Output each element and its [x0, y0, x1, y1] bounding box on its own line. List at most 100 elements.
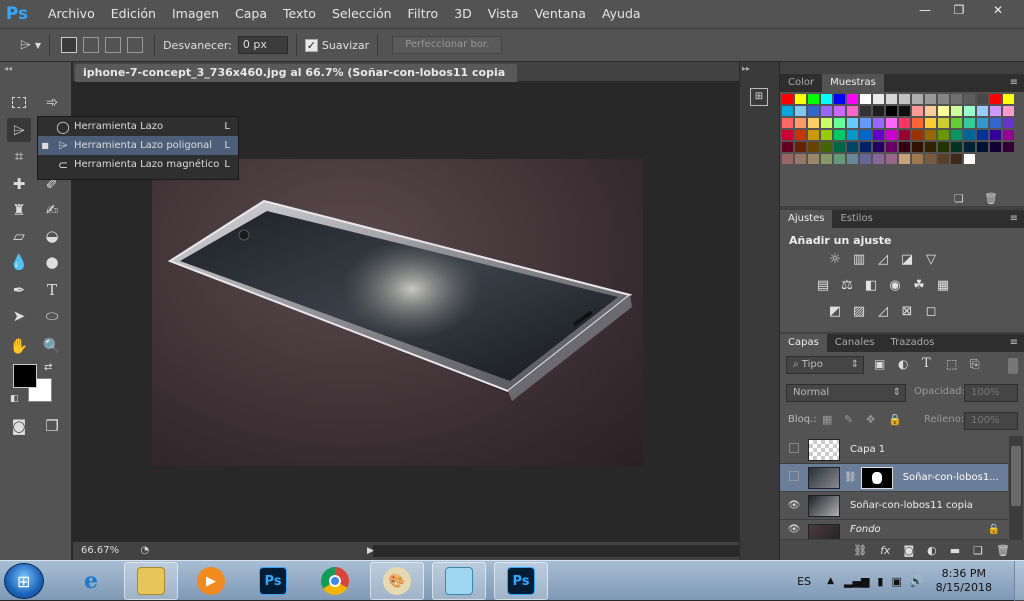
swap-colors-icon[interactable]: ⇄ [44, 362, 52, 373]
color-swatch[interactable] [782, 94, 793, 104]
layer-row[interactable]: 👁 Soñar-con-lobos11 copia [780, 492, 1008, 520]
color-swatch[interactable] [899, 118, 910, 128]
horizontal-scrollbar[interactable]: ▶ [367, 545, 739, 557]
menu-imagen[interactable]: Imagen [164, 0, 227, 28]
scroll-thumb[interactable] [1011, 446, 1021, 506]
color-swatch[interactable] [847, 106, 858, 116]
swatch-grid[interactable] [780, 92, 1024, 182]
color-swatch[interactable] [782, 130, 793, 140]
brightness-icon[interactable]: ☼ [826, 250, 844, 268]
color-swatch[interactable] [847, 154, 858, 164]
color-swatch[interactable] [808, 106, 819, 116]
marquee-tool-icon[interactable] [7, 90, 31, 114]
color-swatch[interactable] [912, 118, 923, 128]
color-swatch[interactable] [990, 130, 1001, 140]
color-swatch[interactable] [990, 118, 1001, 128]
color-swatch[interactable] [821, 106, 832, 116]
document-tab[interactable]: iphone-7-concept_3_736x460.jpg al 66.7% … [75, 64, 517, 97]
color-swatch[interactable] [821, 142, 832, 152]
hand-tool-icon[interactable]: ✋ [7, 334, 31, 358]
filter-adjustment-icon[interactable]: ◐ [898, 357, 908, 371]
tab-adjustments[interactable]: Ajustes [780, 210, 833, 228]
fill-input[interactable]: 100% [964, 412, 1018, 430]
start-button[interactable]: ⊞ [4, 563, 44, 599]
color-swatch[interactable] [899, 154, 910, 164]
color-swatch[interactable] [886, 142, 897, 152]
color-lookup-icon[interactable]: ▦ [934, 276, 952, 294]
quick-mask-icon[interactable]: ◙ [7, 414, 31, 438]
color-swatch[interactable] [938, 130, 949, 140]
photo-filter-icon[interactable]: ◉ [886, 276, 904, 294]
layer-name[interactable]: Capa 1 [850, 444, 885, 455]
taskbar-photoshop-active[interactable]: Ps [494, 562, 548, 600]
layer-row[interactable]: Capa 1 [780, 436, 1008, 464]
menu-ayuda[interactable]: Ayuda [594, 0, 649, 28]
panel-menu-icon[interactable]: ≡ [1010, 334, 1018, 352]
layer-name[interactable]: Soñar-con-lobos11 copia [850, 500, 973, 511]
color-swatch[interactable] [925, 130, 936, 140]
color-swatch[interactable] [873, 106, 884, 116]
color-swatch[interactable] [899, 94, 910, 104]
color-swatch[interactable] [1003, 94, 1014, 104]
taskbar-photoshop[interactable]: Ps [246, 562, 300, 600]
new-group-icon[interactable]: ▬ [950, 544, 960, 557]
panel-menu-icon[interactable]: ≡ [1010, 210, 1018, 228]
lock-position-icon[interactable]: ✥ [866, 413, 875, 426]
foreground-color-swatch[interactable] [13, 364, 37, 388]
eraser-tool-icon[interactable]: ▱ [7, 224, 31, 248]
eye-icon[interactable]: 👁 [780, 524, 808, 535]
color-swatch[interactable] [899, 142, 910, 152]
chevron-down-icon[interactable]: ▼ [35, 41, 41, 50]
levels-icon[interactable]: ▥ [850, 250, 868, 268]
layer-row[interactable]: ⛓ Soñar-con-lobos1... [780, 464, 1008, 492]
layer-style-icon[interactable]: fx [880, 544, 890, 557]
flyout-item-magnetic-lasso[interactable]: ⊂ Herramienta Lazo magnético L [38, 155, 238, 174]
blend-mode-dropdown[interactable]: Normal ⇕ [786, 384, 906, 402]
antialias-checkbox[interactable]: ✓ [304, 38, 318, 52]
color-swatch[interactable] [873, 130, 884, 140]
adjustment-layer-icon[interactable]: ◐ [927, 544, 937, 557]
dodge-tool-icon[interactable]: ● [40, 250, 64, 274]
paint-bucket-tool-icon[interactable]: ◒ [40, 224, 64, 248]
blur-tool-icon[interactable]: 💧 [7, 250, 31, 274]
color-swatch[interactable] [795, 118, 806, 128]
color-swatch[interactable] [912, 94, 923, 104]
color-swatch[interactable] [847, 94, 858, 104]
new-swatch-icon[interactable]: ❏ [954, 192, 964, 205]
color-swatch[interactable] [964, 94, 975, 104]
delete-layer-icon[interactable]: 🗑 [996, 544, 1010, 557]
healing-brush-tool-icon[interactable]: ✚ [7, 172, 31, 196]
taskbar-media-player[interactable]: ▶ [184, 562, 238, 600]
color-swatch[interactable] [912, 142, 923, 152]
menu-ventana[interactable]: Ventana [527, 0, 594, 28]
color-swatch[interactable] [899, 130, 910, 140]
filter-toggle[interactable] [1008, 358, 1018, 374]
color-swatch[interactable] [938, 94, 949, 104]
color-swatch[interactable] [977, 142, 988, 152]
flyout-item-polygonal-lasso[interactable]: ■ ⌲ Herramienta Lazo poligonal L [38, 136, 238, 155]
color-swatch[interactable] [795, 154, 806, 164]
color-swatch[interactable] [938, 106, 949, 116]
color-swatch[interactable] [886, 94, 897, 104]
history-brush-tool-icon[interactable]: ✍ [40, 198, 64, 222]
color-swatch[interactable] [912, 130, 923, 140]
flyout-item-lasso[interactable]: ◯ Herramienta Lazo L [38, 117, 238, 136]
minimize-button[interactable]: — [908, 0, 942, 20]
opacity-input[interactable]: 100% [964, 384, 1018, 402]
color-swatch[interactable] [912, 106, 923, 116]
color-swatch[interactable] [1003, 130, 1014, 140]
layer-filter-dropdown[interactable]: ⌕ Tipo ⇕ [786, 356, 864, 374]
color-swatch[interactable] [1003, 142, 1014, 152]
color-swatch[interactable] [1003, 106, 1014, 116]
panel-menu-icon[interactable]: ≡ [1010, 74, 1018, 92]
filter-pixel-icon[interactable]: ▣ [874, 357, 885, 371]
color-swatch[interactable] [834, 130, 845, 140]
layer-mask-thumbnail[interactable] [860, 466, 893, 489]
restore-button[interactable]: ❐ [942, 0, 976, 20]
menu-3d[interactable]: 3D [446, 0, 480, 28]
color-swatch[interactable] [886, 106, 897, 116]
color-swatch[interactable] [990, 106, 1001, 116]
path-selection-tool-icon[interactable]: ➤ [7, 304, 31, 328]
refine-edge-button[interactable]: Perfeccionar bor. [392, 36, 503, 54]
color-swatch[interactable] [847, 142, 858, 152]
